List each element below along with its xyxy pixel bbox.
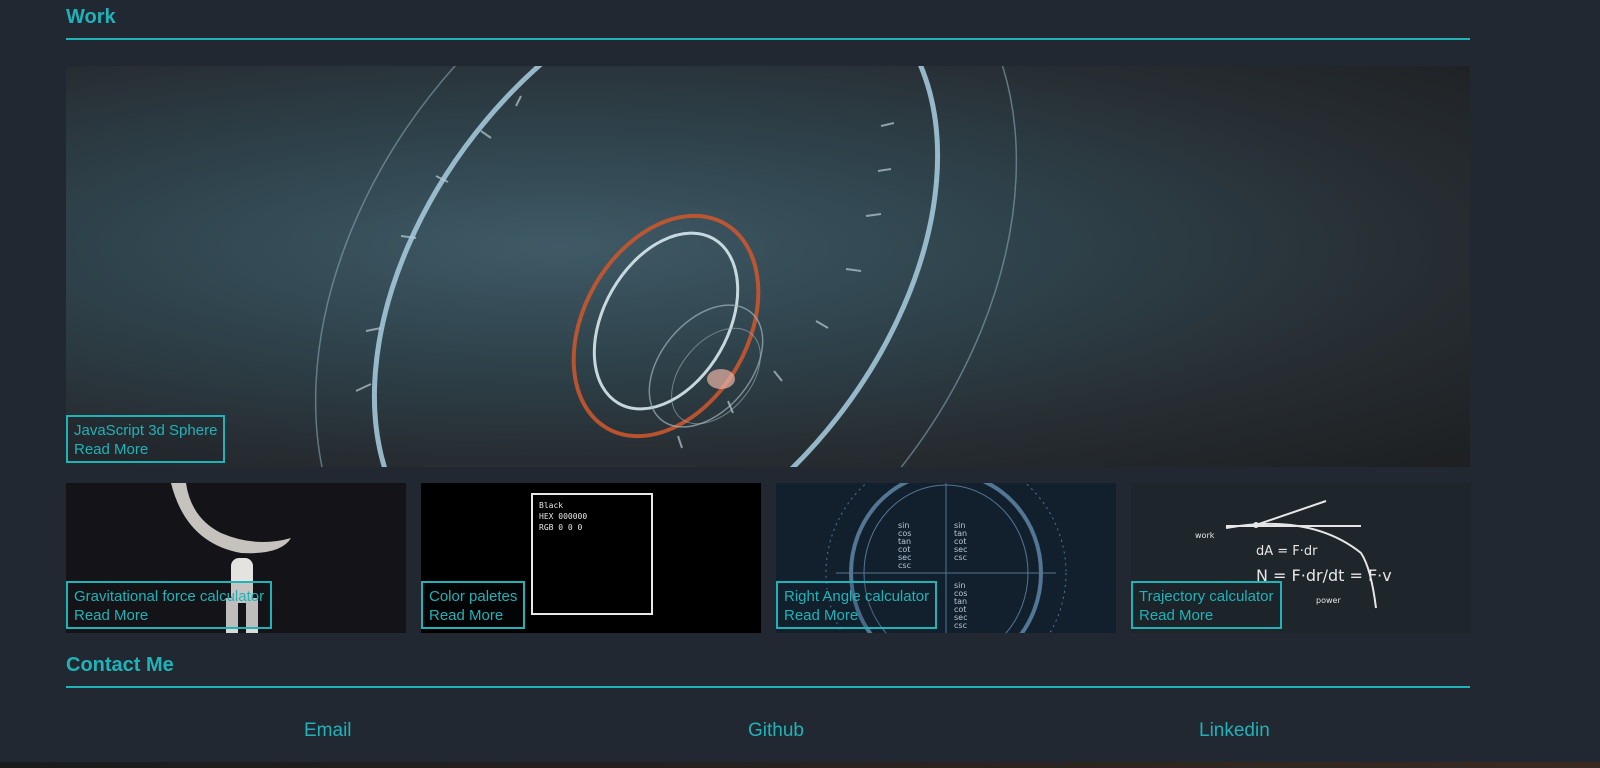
gravity-caption: Gravitational force calculator Read More — [66, 581, 273, 629]
palette-color-name: Black — [539, 501, 564, 510]
read-more-link[interactable]: Read More — [429, 606, 517, 625]
palette-color-hex: HEX 000000 — [539, 512, 588, 521]
palette-preview-box: Black HEX 000000 RGB 0 0 0 — [531, 493, 653, 615]
trajectory-caption: Trajectory calculator Read More — [1131, 581, 1282, 629]
svg-text:work: work — [1195, 531, 1215, 540]
read-more-link[interactable]: Read More — [74, 440, 217, 459]
color-paletes-caption: Color paletes Read More — [421, 581, 526, 629]
project-title: JavaScript 3d Sphere — [74, 422, 218, 439]
project-card-gravity[interactable]: Gravitational force calculator Read More — [66, 483, 406, 633]
read-more-link[interactable]: Read More — [1139, 606, 1274, 625]
contact-heading: Contact Me — [66, 654, 174, 676]
github-link[interactable]: Github — [748, 720, 804, 742]
linkedin-link[interactable]: Linkedin — [1199, 720, 1270, 742]
project-title: Trajectory calculator — [1139, 588, 1274, 605]
project-card-hero[interactable]: JavaScript 3d Sphere Read More — [66, 66, 1470, 467]
svg-text:csc: csc — [898, 561, 911, 570]
hero-caption: JavaScript 3d Sphere Read More — [66, 415, 226, 463]
svg-text:csc: csc — [954, 553, 967, 562]
svg-text:dA = F·dr: dA = F·dr — [1256, 544, 1318, 559]
project-card-trajectory[interactable]: work dA = F·dr N = F·dr/dt = F·v power T… — [1131, 483, 1471, 633]
work-heading: Work — [66, 6, 116, 28]
project-card-color-paletes[interactable]: Black HEX 000000 RGB 0 0 0 Color paletes… — [421, 483, 761, 633]
work-divider — [66, 38, 1470, 40]
hero-image — [314, 66, 1018, 467]
project-title: Color paletes — [429, 588, 518, 605]
project-title: Right Angle calculator — [784, 588, 930, 605]
contact-divider — [66, 686, 1470, 688]
svg-text:csc: csc — [954, 621, 967, 630]
svg-text:power: power — [1316, 596, 1341, 605]
project-card-right-angle[interactable]: sin cos tan cot sec csc sin tan cot sec csc sin… — [776, 483, 1116, 633]
read-more-link[interactable]: Read More — [74, 606, 264, 625]
project-title: Gravitational force calculator — [74, 588, 265, 605]
next-section-edge — [0, 762, 1600, 768]
palette-color-rgb: RGB 0 0 0 — [539, 523, 583, 532]
right-angle-caption: Right Angle calculator Read More — [776, 581, 938, 629]
read-more-link[interactable]: Read More — [784, 606, 929, 625]
email-link[interactable]: Email — [304, 720, 352, 742]
